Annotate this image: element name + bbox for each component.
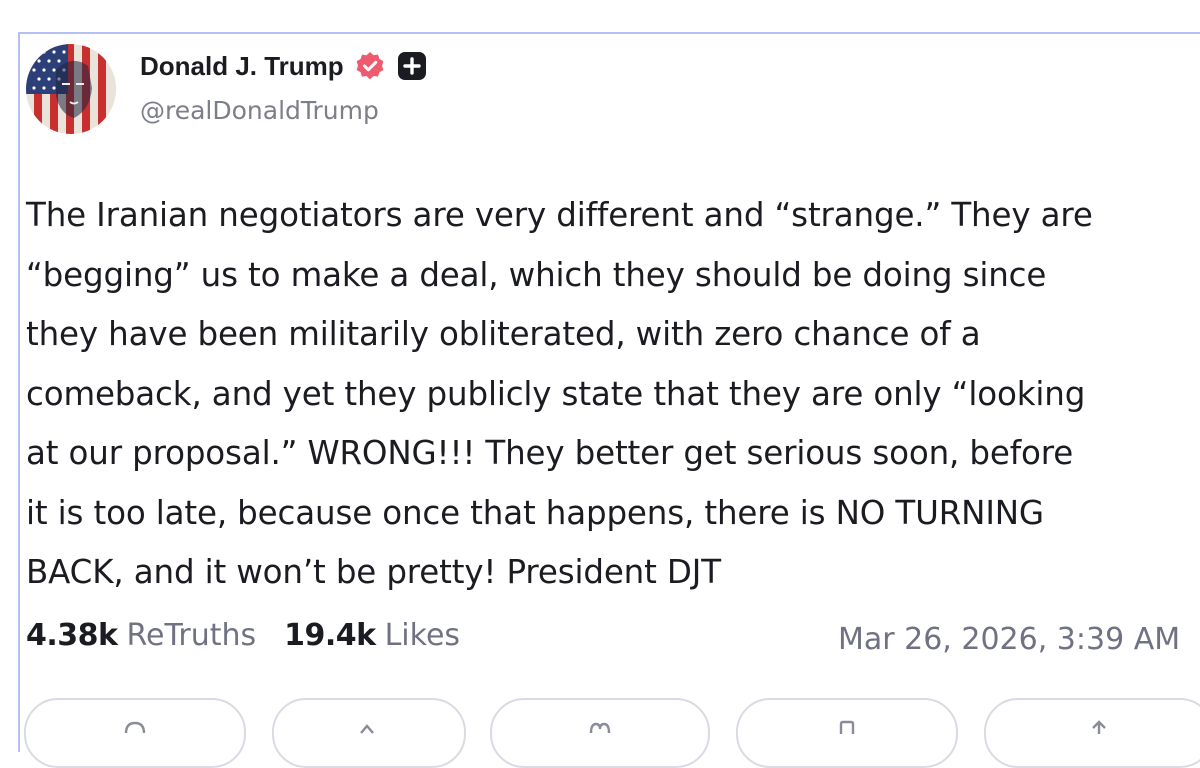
retruths-count[interactable]: 4.38k (26, 618, 118, 653)
post-timestamp[interactable]: Mar 26, 2026, 3:39 AM (838, 622, 1180, 657)
author-row: Donald J. Trump (140, 50, 428, 82)
post-body-line: The Iranian negotiators are very differe… (26, 196, 1093, 234)
post-body-line: comeback, and yet they publicly state th… (26, 374, 1086, 413)
avatar[interactable] (26, 44, 116, 134)
post-body-line: they have been militarily obliterated, w… (26, 315, 981, 353)
verified-badge-icon (354, 50, 386, 82)
share-icon (1092, 720, 1106, 734)
reply-icon (124, 721, 146, 734)
author-display-name[interactable]: Donald J. Trump (140, 51, 344, 82)
avatar-flag-portrait (26, 44, 116, 134)
like-icon (589, 722, 611, 734)
post-body: The Iranian negotiators are very differe… (26, 186, 1200, 603)
post-body-line: at our proposal.” WRONG!!! They better g… (26, 434, 1074, 472)
post-body-line: it is too late, because once that happen… (26, 493, 1044, 532)
post-stats: 4.38k ReTruths 19.4k Likes (26, 618, 460, 653)
plus-badge-icon (396, 50, 428, 82)
retruth-icon (360, 724, 374, 734)
post-body-line: BACK, and it won’t be pretty! President … (26, 553, 721, 591)
like-button[interactable] (490, 698, 710, 768)
author-handle[interactable]: @realDonaldTrump (140, 96, 379, 125)
reply-button[interactable] (24, 698, 246, 768)
likes-label[interactable]: Likes (385, 618, 460, 653)
likes-count[interactable]: 19.4k (284, 618, 376, 653)
bookmark-button[interactable] (736, 698, 958, 768)
post-body-line: “begging” us to make a deal, which they … (26, 255, 1047, 294)
share-button[interactable] (984, 698, 1200, 768)
retruth-button[interactable] (272, 698, 466, 768)
retruths-label[interactable]: ReTruths (126, 618, 256, 653)
bookmark-icon (839, 720, 855, 734)
